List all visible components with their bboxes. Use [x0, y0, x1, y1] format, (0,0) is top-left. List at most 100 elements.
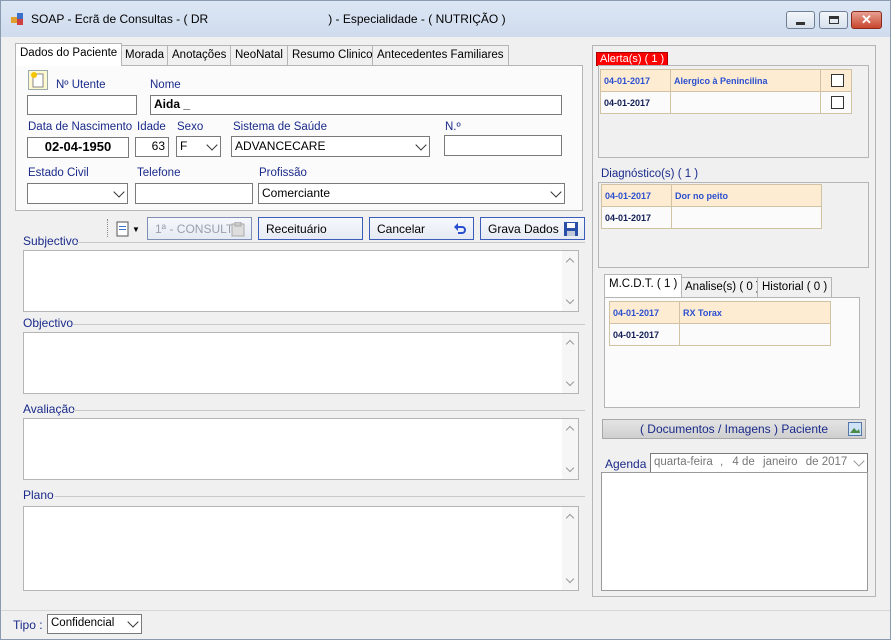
document-icon [116, 221, 129, 237]
tab-morada[interactable]: Morada [120, 45, 169, 65]
nascimento-input[interactable]: 02-04-1950 [27, 137, 129, 158]
avaliacao-textarea[interactable] [23, 418, 579, 480]
close-button[interactable]: ✕ [851, 11, 882, 29]
tab-historial[interactable]: Historial ( 0 ) [757, 277, 833, 297]
scroll-down-icon [565, 574, 575, 584]
utente-label: Nº Utente [56, 79, 106, 91]
table-row[interactable]: 04-01-2017 [602, 207, 821, 229]
idade-label: Idade [137, 121, 166, 133]
avaliacao-scrollbar[interactable] [562, 419, 578, 479]
table-row[interactable]: 04-01-2017 [610, 324, 830, 346]
chevron-down-icon [415, 138, 427, 151]
mcdt-grid: 04-01-2017 RX Torax 04-01-2017 [609, 301, 831, 346]
new-document-icon [31, 72, 44, 88]
profissao-value: Comerciante [262, 186, 331, 200]
profissao-select[interactable]: Comerciante [258, 183, 565, 204]
subjectivo-scrollbar[interactable] [562, 251, 578, 311]
tab-resumo-clinico[interactable]: Resumo Clinico [287, 45, 378, 65]
plano-textarea[interactable] [23, 506, 579, 591]
documentos-label: ( Documentos / Imagens ) Paciente [639, 422, 829, 436]
alertas-grid: 04-01-2017 Alergico à Penincilina 04-01-… [600, 69, 852, 114]
table-row[interactable]: 04-01-2017 RX Torax [610, 302, 830, 324]
tab-neonatal[interactable]: NeoNatal [230, 45, 288, 65]
minimize-icon [796, 21, 805, 25]
sexo-select[interactable]: F [176, 136, 221, 157]
estado-civil-select[interactable] [27, 183, 128, 204]
maximize-button[interactable] [819, 11, 848, 29]
documentos-button[interactable]: ( Documentos / Imagens ) Paciente [602, 419, 866, 439]
tab-dados-paciente[interactable]: Dados do Paciente [15, 43, 123, 66]
alert-checkbox[interactable] [831, 74, 844, 87]
agenda-date-picker[interactable]: quarta-feira , 4 de janeiro de 2017 [650, 453, 868, 473]
avaliacao-divider [73, 410, 585, 411]
receituario-button[interactable]: Receituário [258, 217, 363, 240]
tab-analises[interactable]: Analise(s) ( 0 ) [680, 277, 765, 297]
diagnosticos-title: Diagnóstico(s) ( 1 ) [601, 168, 699, 180]
cancelar-button[interactable]: Cancelar [369, 217, 474, 240]
utente-input[interactable] [27, 95, 137, 115]
plano-divider [55, 496, 585, 497]
maximize-icon [828, 16, 839, 24]
agenda-day: 4 de [732, 456, 755, 468]
agenda-month: janeiro [763, 456, 798, 468]
footer-divider [1, 610, 890, 611]
scroll-up-icon [565, 513, 575, 523]
scroll-down-icon [565, 377, 575, 387]
objectivo-textarea[interactable] [23, 332, 579, 394]
idade-input[interactable]: 63 [135, 137, 169, 157]
agenda-list[interactable] [601, 472, 868, 591]
table-row[interactable]: 04-01-2017 [601, 92, 851, 114]
tab-mcdt[interactable]: M.C.D.T. ( 1 ) [604, 274, 683, 297]
numero-input[interactable] [444, 135, 562, 156]
telefone-label: Telefone [137, 167, 181, 179]
objectivo-scrollbar[interactable] [562, 333, 578, 393]
chevron-down-icon [113, 185, 125, 198]
mcdt-date: 04-01-2017 [610, 302, 680, 323]
plano-scrollbar[interactable] [562, 507, 578, 590]
toolbar-grip [107, 219, 109, 237]
consulta-label: 1ª - CONSULTA [155, 221, 241, 236]
estado-civil-label: Estado Civil [28, 167, 89, 179]
telefone-input[interactable] [135, 183, 253, 204]
window-title: SOAP - Ecrã de Consultas - ( DR ) - Espe… [31, 12, 506, 26]
grava-dados-button[interactable]: Grava Dados [480, 217, 585, 240]
title-bar: SOAP - Ecrã de Consultas - ( DR ) - Espe… [1, 1, 890, 37]
sexo-label: Sexo [177, 121, 204, 133]
save-icon [564, 222, 578, 236]
agenda-separator: , [720, 456, 724, 468]
sistema-label: Sistema de Saúde [233, 121, 327, 133]
tab-antecedentes-familiares[interactable]: Antecedentes Familiares [372, 45, 509, 65]
chevron-down-icon [853, 455, 865, 467]
agenda-weekday: quarta-feira [654, 456, 713, 468]
agenda-label: Agenda : [605, 457, 654, 471]
consulta-button[interactable]: 1ª - CONSULTA [147, 217, 252, 240]
alert-text: Alergico à Penincilina [671, 70, 821, 91]
diagnostico-date: 04-01-2017 [602, 185, 672, 206]
image-icon [848, 422, 862, 436]
nome-input[interactable]: Aida _ [150, 95, 562, 115]
caret-down-icon: ▼ [132, 224, 140, 234]
diagnosticos-grid: 04-01-2017 Dor no peito 04-01-2017 [601, 184, 822, 229]
close-icon: ✕ [861, 12, 872, 27]
scroll-down-icon [565, 463, 575, 473]
alert-date: 04-01-2017 [601, 92, 671, 113]
new-patient-button[interactable] [28, 70, 48, 90]
table-row[interactable]: 04-01-2017 Dor no peito [602, 185, 821, 207]
tab-anotacoes[interactable]: Anotações [167, 45, 232, 65]
paste-icon [231, 222, 245, 237]
mcdt-panel: 04-01-2017 RX Torax 04-01-2017 [604, 297, 860, 408]
alert-checkbox[interactable] [831, 96, 844, 109]
plano-label: Plano [23, 488, 54, 502]
document-dropdown-button[interactable]: ▼ [116, 220, 142, 238]
subjectivo-textarea[interactable] [23, 250, 579, 312]
tipo-label: Tipo : [13, 618, 43, 632]
scroll-up-icon [565, 425, 575, 435]
sistema-select[interactable]: ADVANCECARE [231, 136, 430, 157]
grava-dados-label: Grava Dados [488, 221, 559, 236]
patient-panel: Nº Utente Nome Aida _ Data de Nascimento… [15, 65, 583, 211]
chevron-down-icon [206, 138, 218, 151]
tipo-value: Confidencial [51, 617, 115, 629]
minimize-button[interactable] [786, 11, 815, 29]
table-row[interactable]: 04-01-2017 Alergico à Penincilina [601, 70, 851, 92]
tipo-select[interactable]: Confidencial [47, 614, 142, 634]
